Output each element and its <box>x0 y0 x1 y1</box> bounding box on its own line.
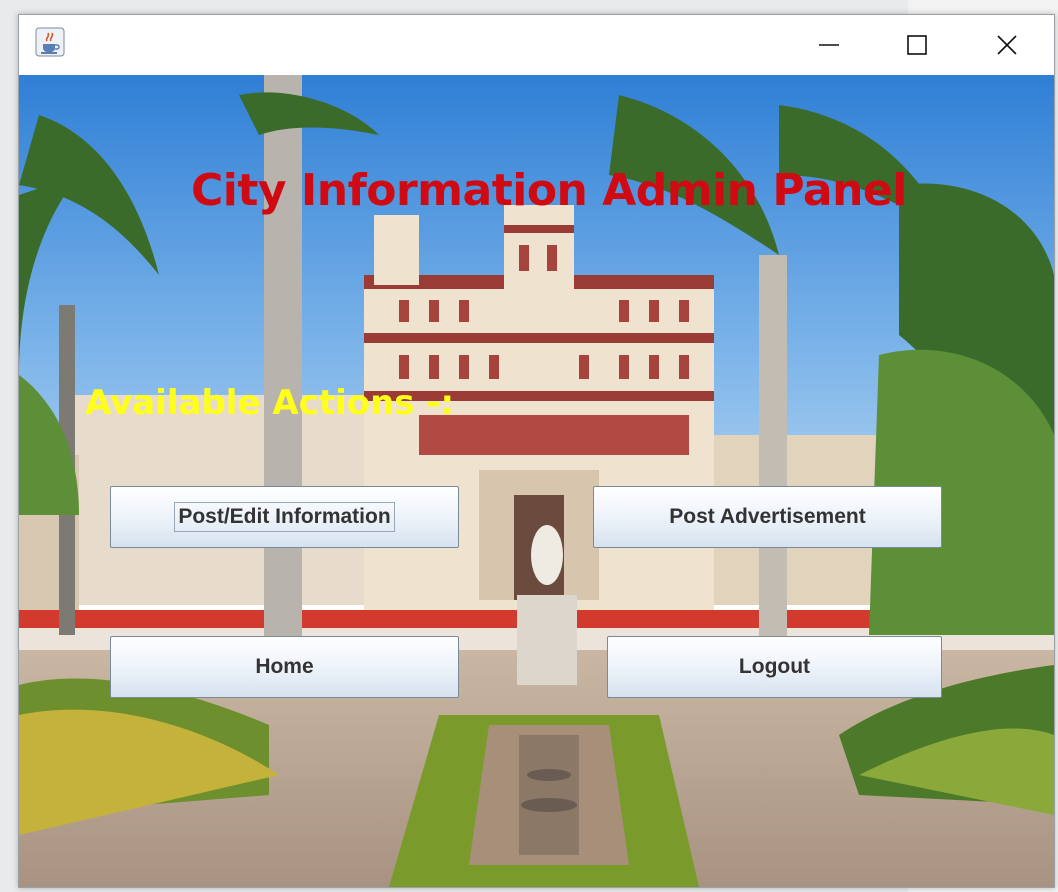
java-coffee-cup-icon <box>35 27 65 57</box>
maximize-icon <box>907 35 927 55</box>
button-label: Home <box>255 655 314 678</box>
close-icon <box>997 35 1017 55</box>
home-button[interactable]: Home <box>110 636 459 698</box>
post-advertisement-button[interactable]: Post Advertisement <box>593 486 942 548</box>
minimize-icon <box>819 44 839 46</box>
available-actions-label: Available Actions -: <box>85 383 455 423</box>
maximize-button[interactable] <box>882 15 952 75</box>
logout-button[interactable]: Logout <box>607 636 942 698</box>
title-bar[interactable] <box>19 15 1054 75</box>
button-label: Post/Edit Information <box>174 502 395 532</box>
button-label: Post Advertisement <box>669 505 866 528</box>
content-panel: City Information Admin Panel Available A… <box>19 75 1054 887</box>
button-label: Logout <box>738 655 811 678</box>
app-window: City Information Admin Panel Available A… <box>18 14 1055 888</box>
post-edit-information-button[interactable]: Post/Edit Information <box>110 486 459 548</box>
minimize-button[interactable] <box>794 15 864 75</box>
panel-title: City Information Admin Panel <box>191 165 907 216</box>
close-button[interactable] <box>972 15 1042 75</box>
